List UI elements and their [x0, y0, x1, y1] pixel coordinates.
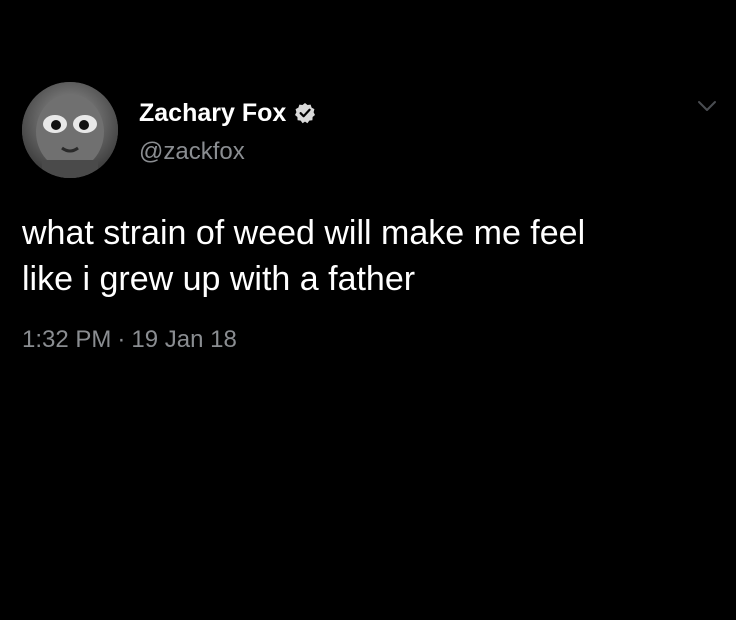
tweet-text: what strain of weed will make me feel li…: [22, 214, 586, 298]
chevron-down-icon[interactable]: [696, 98, 718, 114]
alien-avatar-icon: [22, 82, 118, 178]
tweet-card: Zachary Fox @zackfox what strain of weed…: [0, 0, 736, 620]
verified-badge-icon: [294, 102, 316, 124]
author-name-row: Zachary Fox: [139, 98, 316, 128]
avatar[interactable]: [22, 82, 118, 178]
display-name[interactable]: Zachary Fox: [139, 99, 286, 128]
tweet-date: 19 Jan 18: [131, 326, 237, 353]
tweet-timestamp[interactable]: 1:32 PM · 19 Jan 18: [22, 326, 237, 354]
meta-separator: ·: [117, 326, 126, 353]
user-handle[interactable]: @zackfox: [139, 138, 245, 166]
tweet-time: 1:32 PM: [22, 326, 112, 353]
